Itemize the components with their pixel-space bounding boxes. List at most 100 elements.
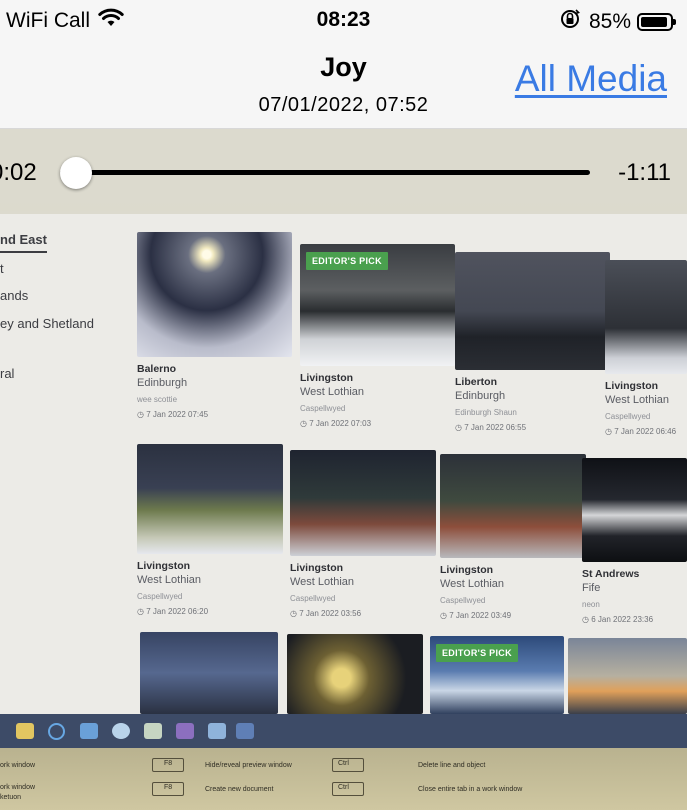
photo-thumbnail bbox=[137, 232, 292, 357]
filmed-sidebar-item: ands bbox=[0, 288, 29, 303]
photo-thumbnail bbox=[140, 632, 278, 714]
clock-icon: ◷ bbox=[137, 607, 147, 616]
card-region: West Lothian bbox=[290, 576, 355, 588]
status-left: WiFi Call bbox=[6, 8, 124, 34]
photo-thumbnail bbox=[455, 252, 610, 370]
filmed-photo-card: Livingston West Lothian Caspellwyed ◷ 7 … bbox=[137, 444, 283, 616]
card-timestamp-text: 7 Jan 2022 06:46 bbox=[614, 427, 677, 436]
filmed-photo-card: Livingston West Lothian Caspellwyed ◷ 7 … bbox=[605, 260, 687, 436]
photo-thumbnail: EDITOR'S PICK bbox=[430, 636, 564, 714]
filmed-photo-card: Livingston West Lothian Caspellwyed ◷ 7 … bbox=[440, 454, 586, 620]
photo-thumbnail: EDITOR'S PICK bbox=[300, 244, 455, 366]
card-timestamp-text: 7 Jan 2022 06:55 bbox=[464, 423, 527, 432]
battery-icon bbox=[637, 13, 676, 31]
card-place: Balerno bbox=[137, 363, 177, 375]
card-timestamp: ◷ 7 Jan 2022 06:46 bbox=[605, 427, 687, 436]
photo-thumbnail bbox=[568, 638, 687, 714]
editors-pick-badge: EDITOR'S PICK bbox=[306, 252, 388, 270]
keyboard-label: ketuon bbox=[0, 794, 22, 801]
card-user: Edinburgh Shaun bbox=[455, 408, 517, 417]
filmed-photo-card: St Andrews Fife neon ◷ 6 Jan 2022 23:36 bbox=[582, 458, 687, 624]
card-timestamp: ◷ 7 Jan 2022 07:45 bbox=[137, 410, 292, 419]
card-region: Fife bbox=[582, 582, 601, 594]
filmed-photo-card: EDITOR'S PICK Livingston West Lothian Ca… bbox=[300, 244, 455, 428]
filmed-photo-card bbox=[568, 638, 687, 714]
keyboard-label: Ctrl bbox=[338, 784, 349, 791]
card-timestamp-text: 7 Jan 2022 03:49 bbox=[449, 611, 512, 620]
video-frame[interactable]: nd East t ands ey and Shetland ral Baler… bbox=[0, 129, 687, 810]
card-timestamp: ◷ 7 Jan 2022 03:49 bbox=[440, 611, 586, 620]
card-timestamp: ◷ 7 Jan 2022 07:03 bbox=[300, 419, 455, 428]
card-place: Livingston bbox=[440, 564, 494, 576]
card-place: Livingston bbox=[290, 562, 344, 574]
battery-percentage: 85% bbox=[588, 10, 631, 33]
card-timestamp: ◷ 7 Jan 2022 06:20 bbox=[137, 607, 283, 616]
card-timestamp-text: 7 Jan 2022 06:20 bbox=[146, 607, 209, 616]
card-region: West Lothian bbox=[300, 386, 365, 398]
app-icon bbox=[144, 723, 162, 739]
card-region: Edinburgh bbox=[455, 390, 506, 402]
filmed-sidebar-item: nd East bbox=[0, 232, 47, 253]
card-region: Edinburgh bbox=[137, 377, 188, 389]
clock-icon: ◷ bbox=[440, 611, 450, 620]
filmed-photo-card: Livingston West Lothian Caspellwyed ◷ 7 … bbox=[290, 450, 436, 618]
keyboard-label: Hide/reveal preview window bbox=[205, 762, 292, 769]
scrubber-handle[interactable] bbox=[59, 157, 92, 189]
video-scrubber: 0:02 -1:11 bbox=[0, 129, 687, 214]
photo-thumbnail bbox=[582, 458, 687, 562]
filmed-photo-card: Liberton Edinburgh Edinburgh Shaun ◷ 7 J… bbox=[455, 252, 610, 432]
card-timestamp-text: 7 Jan 2022 03:56 bbox=[299, 609, 362, 618]
wifi-icon bbox=[98, 8, 124, 34]
keyboard-label: Close entire tab in a work window bbox=[418, 786, 523, 793]
photo-thumbnail bbox=[287, 634, 423, 714]
card-user: wee scottie bbox=[137, 395, 178, 404]
status-bar: WiFi Call 08:23 85% bbox=[0, 0, 687, 40]
filmed-web-page: nd East t ands ey and Shetland ral Baler… bbox=[0, 214, 687, 714]
nav-bar: Joy 07/01/2022, 07:52 All Media bbox=[0, 40, 687, 129]
all-media-button[interactable]: All Media bbox=[515, 58, 667, 100]
filmed-taskbar bbox=[0, 714, 687, 748]
app-icon bbox=[112, 723, 130, 739]
card-timestamp-text: 6 Jan 2022 23:36 bbox=[591, 615, 654, 624]
card-place: Livingston bbox=[137, 560, 191, 572]
card-place: Liberton bbox=[455, 376, 497, 388]
keyboard-label: F8 bbox=[164, 784, 173, 791]
photo-thumbnail bbox=[137, 444, 283, 554]
card-timestamp-text: 7 Jan 2022 07:03 bbox=[309, 419, 372, 428]
app-icon bbox=[208, 723, 226, 739]
card-timestamp: ◷ 7 Jan 2022 06:55 bbox=[455, 423, 610, 432]
keyboard-label: ork window bbox=[0, 784, 36, 791]
keyboard-label: Delete line and object bbox=[418, 762, 486, 769]
keyboard-label: F8 bbox=[164, 760, 173, 767]
filmed-sidebar-item: ral bbox=[0, 366, 15, 381]
clock-icon: ◷ bbox=[290, 609, 300, 618]
clock-icon: ◷ bbox=[300, 419, 310, 428]
photo-thumbnail bbox=[290, 450, 436, 556]
photo-thumbnail bbox=[440, 454, 586, 558]
keyboard-label: Ctrl bbox=[338, 760, 349, 767]
filmed-keyboard-template: ork window ork window ketuon F8 F8 Hide/… bbox=[0, 748, 687, 810]
card-user: Caspellwyed bbox=[440, 596, 486, 605]
filmed-photo-card: EDITOR'S PICK bbox=[430, 636, 564, 714]
app-icon bbox=[236, 723, 254, 739]
keyboard-label: ork window bbox=[0, 762, 36, 769]
card-user: Caspellwyed bbox=[290, 594, 336, 603]
card-user: Caspellwyed bbox=[300, 404, 346, 413]
editors-pick-badge: EDITOR'S PICK bbox=[436, 644, 518, 662]
clock-icon: ◷ bbox=[582, 615, 592, 624]
clock-icon: ◷ bbox=[605, 427, 615, 436]
card-region: West Lothian bbox=[440, 578, 505, 590]
browser-icon bbox=[48, 723, 65, 740]
photo-thumbnail bbox=[605, 260, 687, 374]
app-icon bbox=[176, 723, 194, 739]
status-right: 85% bbox=[559, 8, 676, 36]
card-user: neon bbox=[582, 600, 600, 609]
card-user: Caspellwyed bbox=[605, 412, 651, 421]
carrier-label: WiFi Call bbox=[6, 9, 90, 32]
card-timestamp-text: 7 Jan 2022 07:45 bbox=[146, 410, 209, 419]
card-region: West Lothian bbox=[137, 574, 202, 586]
scrubber-track[interactable] bbox=[60, 170, 590, 175]
filmed-sidebar-item: t bbox=[0, 261, 4, 276]
filmed-sidebar-item: ey and Shetland bbox=[0, 316, 94, 331]
card-user: Caspellwyed bbox=[137, 592, 183, 601]
